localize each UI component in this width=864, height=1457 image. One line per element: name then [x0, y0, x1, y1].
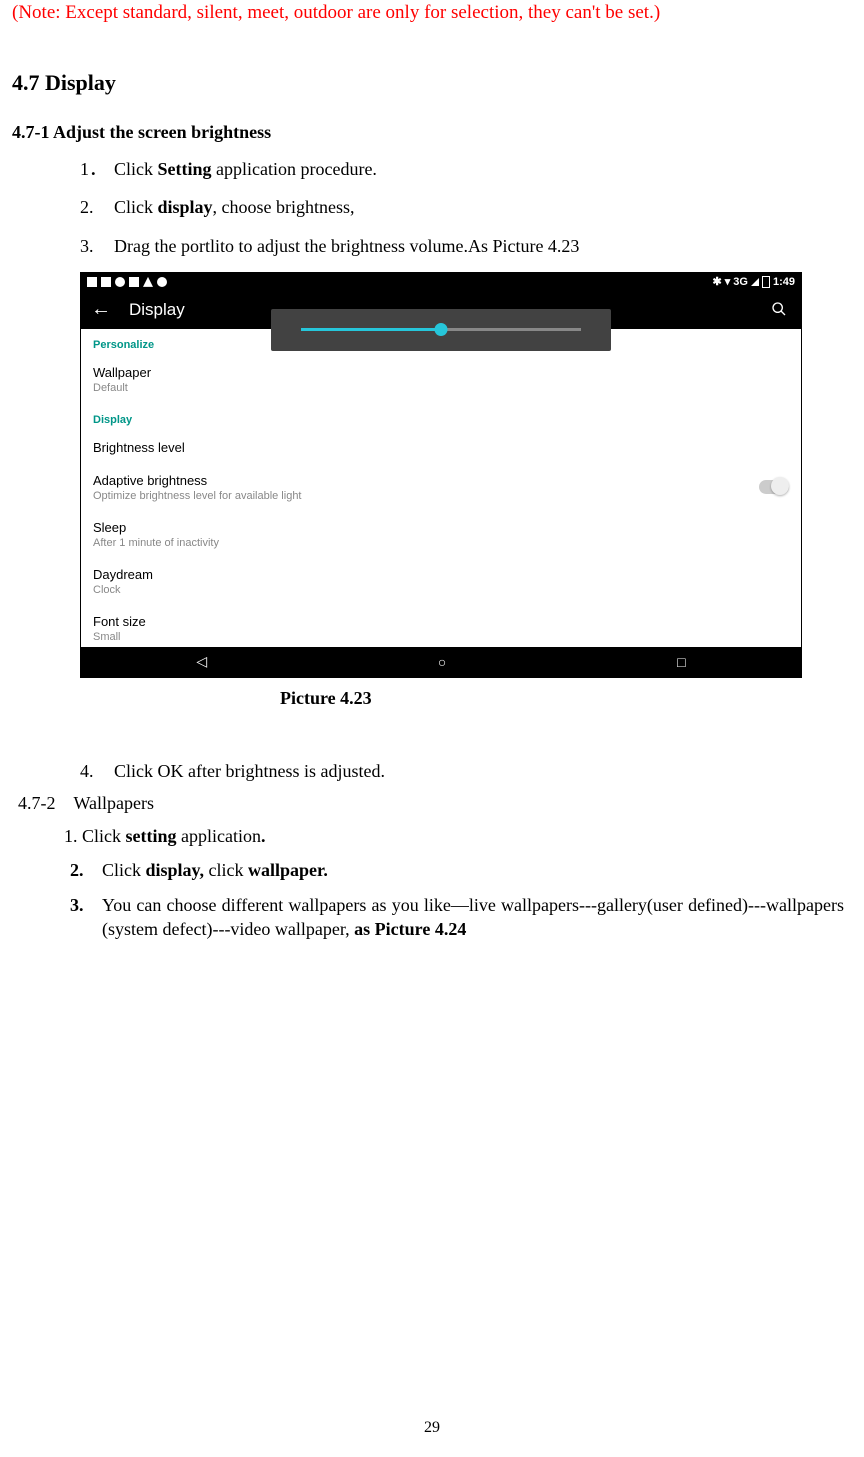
step-4: 4. Click OK after brightness is adjusted… — [80, 759, 844, 783]
signal-icon: ▾ — [725, 275, 731, 288]
step-num: 3. — [80, 234, 114, 258]
row-subtitle: Clock — [93, 584, 789, 596]
status-icon — [87, 277, 97, 287]
step-num: 3. — [70, 893, 102, 942]
adaptive-brightness-toggle[interactable] — [759, 480, 789, 494]
row-title: Font size — [93, 614, 789, 629]
note-text: (Note: Except standard, silent, meet, ou… — [12, 2, 844, 24]
subsection-1-heading: 4.7-1 Adjust the screen brightness — [12, 122, 844, 143]
status-icon — [101, 277, 111, 287]
row-subtitle: After 1 minute of inactivity — [93, 537, 789, 549]
row-title: Sleep — [93, 520, 789, 535]
row-daydream[interactable]: Daydream Clock — [81, 559, 801, 606]
step-num: 4. — [80, 759, 114, 783]
row-brightness[interactable]: Brightness level — [81, 432, 801, 465]
brightness-slider-popup[interactable] — [271, 309, 611, 351]
section-header-display: Display — [81, 404, 801, 432]
step-text: You can choose different wallpapers as y… — [102, 893, 844, 942]
clock: 1:49 — [773, 276, 795, 288]
back-icon[interactable]: ← — [91, 298, 111, 321]
step-3: 3. Drag the portlito to adjust the brigh… — [80, 234, 844, 258]
bluetooth-icon: ✱ — [713, 275, 722, 288]
row-adaptive-brightness[interactable]: Adaptive brightness Optimize brightness … — [81, 465, 801, 512]
nav-home-icon[interactable]: ○ — [438, 654, 446, 670]
nav-bar: ◁ ○ □ — [81, 647, 801, 677]
row-sleep[interactable]: Sleep After 1 minute of inactivity — [81, 512, 801, 559]
subsection-2-heading: 4.7-2 Wallpapers — [18, 793, 844, 814]
step-text: Click Setting application procedure. — [114, 157, 844, 181]
row-subtitle: Optimize brightness level for available … — [93, 490, 759, 502]
nav-recent-icon[interactable]: □ — [677, 654, 685, 670]
page-number: 29 — [0, 1419, 864, 1437]
step-text: 1. Click setting application. — [64, 824, 844, 848]
signal-icon — [751, 278, 759, 286]
network-label: 3G — [733, 276, 748, 288]
app-bar: ← Display — [81, 291, 801, 329]
battery-icon — [762, 276, 770, 288]
step-text: Click OK after brightness is adjusted. — [114, 759, 844, 783]
row-subtitle: Default — [93, 382, 789, 394]
step-2: 2. Click display, choose brightness, — [80, 195, 844, 219]
sub2-step-3: 3. You can choose different wallpapers a… — [70, 893, 844, 942]
status-icon — [143, 277, 153, 287]
status-icon — [115, 277, 125, 287]
nav-back-icon[interactable]: ◁ — [196, 653, 207, 670]
slider-track[interactable] — [301, 328, 581, 331]
status-icon — [129, 277, 139, 287]
row-title: Daydream — [93, 567, 789, 582]
step-1: 1． Click Setting application procedure. — [80, 157, 844, 181]
app-bar-title: Display — [129, 300, 185, 320]
figure-caption: Picture 4.23 — [280, 688, 844, 709]
figure-4-23: ✱ ▾ 3G 1:49 ← Display — [80, 272, 844, 709]
row-subtitle: Small — [93, 631, 789, 643]
row-title: Adaptive brightness — [93, 473, 759, 488]
section-heading: 4.7 Display — [12, 70, 844, 96]
step-text: Click display, click wallpaper. — [102, 858, 844, 882]
slider-fill — [301, 328, 441, 331]
sub2-step-2: 2. Click display, click wallpaper. — [70, 858, 844, 882]
search-icon[interactable] — [771, 301, 787, 322]
row-title: Brightness level — [93, 440, 789, 455]
status-icon — [157, 277, 167, 287]
row-wallpaper[interactable]: Wallpaper Default — [81, 357, 801, 404]
sub2-step-1: 1. Click setting application. — [64, 824, 844, 848]
step-num: 2. — [80, 195, 114, 219]
step-num: 2. — [70, 858, 102, 882]
row-title: Wallpaper — [93, 365, 789, 380]
step-num: 1． — [80, 157, 114, 181]
slider-thumb[interactable] — [435, 323, 448, 336]
status-bar: ✱ ▾ 3G 1:49 — [81, 273, 801, 291]
step-text: Click display, choose brightness, — [114, 195, 844, 219]
row-font-size[interactable]: Font size Small — [81, 606, 801, 647]
step-text: Drag the portlito to adjust the brightne… — [114, 234, 844, 258]
